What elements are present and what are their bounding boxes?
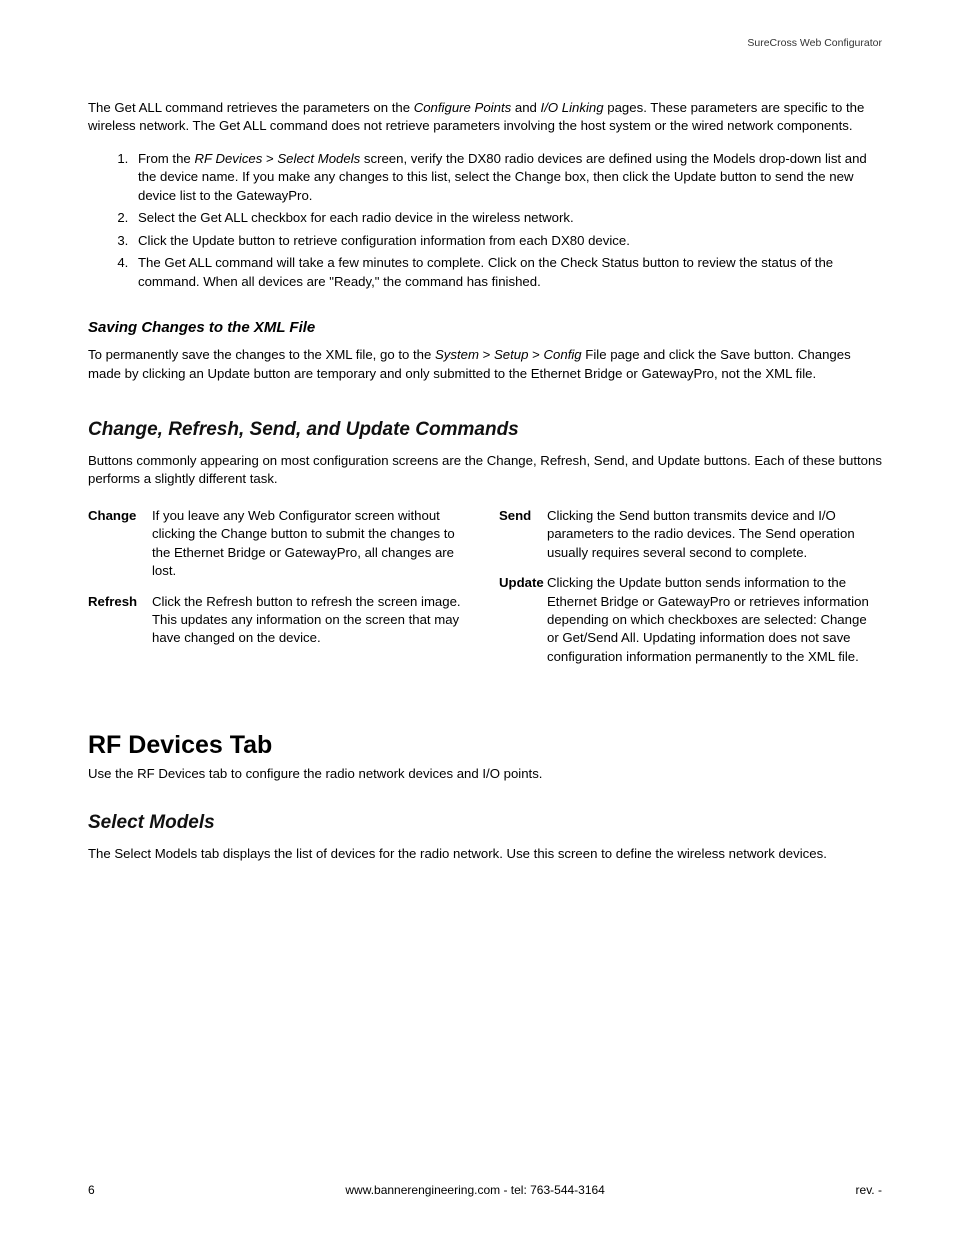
- text: The Get ALL command retrieves the parame…: [88, 100, 414, 115]
- commands-heading: Change, Refresh, Send, and Update Comman…: [88, 417, 882, 444]
- text: >: [262, 151, 277, 166]
- page-header-right: SureCross Web Configurator: [88, 36, 882, 51]
- saving-paragraph: To permanently save the changes to the X…: [88, 346, 882, 383]
- def-desc: Clicking the Update button sends informa…: [547, 574, 882, 666]
- rf-devices-heading: RF Devices Tab: [88, 728, 882, 763]
- saving-heading: Saving Changes to the XML File: [88, 317, 882, 338]
- def-refresh: Refresh Click the Refresh button to refr…: [88, 593, 471, 648]
- def-desc: If you leave any Web Configurator screen…: [152, 507, 471, 581]
- steps-list: From the RF Devices > Select Models scre…: [132, 150, 882, 291]
- commands-col-right: Send Clicking the Send button transmits …: [499, 507, 882, 679]
- text-italic: Select Models: [277, 151, 360, 166]
- footer-revision: rev. -: [856, 1182, 882, 1199]
- commands-col-left: Change If you leave any Web Configurator…: [88, 507, 471, 679]
- text-italic: Setup: [494, 347, 528, 362]
- footer-page-number: 6: [88, 1182, 95, 1199]
- step-item: Click the Update button to retrieve conf…: [132, 232, 882, 250]
- text: >: [528, 347, 543, 362]
- def-term: Change: [88, 507, 152, 581]
- step-item: Select the Get ALL checkbox for each rad…: [132, 209, 882, 227]
- def-send: Send Clicking the Send button transmits …: [499, 507, 882, 562]
- select-models-heading: Select Models: [88, 810, 882, 837]
- step-item: From the RF Devices > Select Models scre…: [132, 150, 882, 205]
- select-models-intro: The Select Models tab displays the list …: [88, 845, 882, 863]
- footer-center: www.bannerengineering.com - tel: 763-544…: [345, 1182, 605, 1199]
- text: From the: [138, 151, 194, 166]
- commands-columns: Change If you leave any Web Configurator…: [88, 507, 882, 679]
- rf-devices-intro: Use the RF Devices tab to configure the …: [88, 765, 882, 783]
- step-item: The Get ALL command will take a few minu…: [132, 254, 882, 291]
- def-desc: Clicking the Send button transmits devic…: [547, 507, 882, 562]
- def-change: Change If you leave any Web Configurator…: [88, 507, 471, 581]
- text-italic: Config: [544, 347, 582, 362]
- text: >: [479, 347, 494, 362]
- def-term: Update: [499, 574, 547, 666]
- text: To permanently save the changes to the X…: [88, 347, 435, 362]
- text: and: [511, 100, 540, 115]
- def-term: Refresh: [88, 593, 152, 648]
- commands-intro: Buttons commonly appearing on most confi…: [88, 452, 882, 489]
- page-footer: 6 www.bannerengineering.com - tel: 763-5…: [88, 1182, 882, 1199]
- intro-paragraph: The Get ALL command retrieves the parame…: [88, 99, 882, 136]
- text-italic: I/O Linking: [541, 100, 604, 115]
- def-term: Send: [499, 507, 547, 562]
- text-italic: Configure Points: [414, 100, 512, 115]
- def-update: Update Clicking the Update button sends …: [499, 574, 882, 666]
- text-italic: System: [435, 347, 479, 362]
- text-italic: RF Devices: [194, 151, 262, 166]
- def-desc: Click the Refresh button to refresh the …: [152, 593, 471, 648]
